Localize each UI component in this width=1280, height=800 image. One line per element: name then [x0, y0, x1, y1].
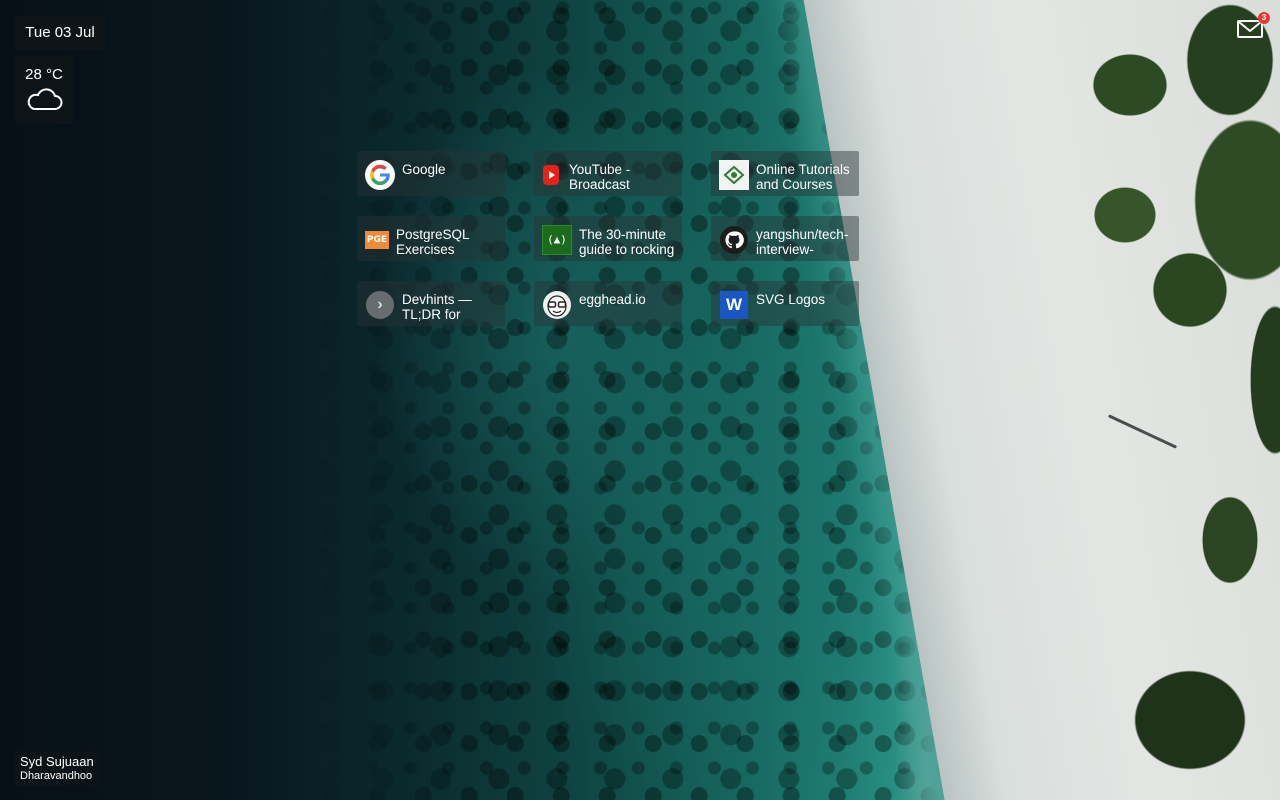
weather-widget[interactable]: 28 °C [15, 56, 73, 124]
shortcut-google[interactable]: Google [357, 151, 505, 196]
notification-badge: 3 [1258, 12, 1270, 24]
shortcut-label: Online Tutorials and Courses [756, 162, 850, 192]
cloud-icon [27, 88, 63, 110]
date-widget: Tue 03 Jul [15, 16, 105, 50]
w-logo-icon: W [719, 290, 749, 320]
background-photo [0, 0, 1280, 800]
shortcut-postgresql-exercises[interactable]: PGE PostgreSQL Exercises [357, 216, 505, 261]
notifications-button[interactable]: 3 [1236, 12, 1270, 40]
tutorials-icon [719, 160, 749, 190]
youtube-icon [542, 160, 560, 190]
pge-icon: PGE [365, 225, 389, 255]
shortcut-svg-logos[interactable]: W SVG Logos [711, 281, 859, 326]
freecodecamp-icon: (▲) [542, 225, 572, 255]
shortcut-label: Devhints — TL;DR for developer [402, 292, 472, 322]
shortcut-egghead[interactable]: egghead.io [534, 281, 682, 326]
shortcut-tech-interview-handbook[interactable]: yangshun/tech-interview- [711, 216, 859, 261]
shortcut-youtube[interactable]: YouTube - Broadcast Yourself [534, 151, 682, 196]
shortcut-tutorials[interactable]: Online Tutorials and Courses [711, 151, 859, 196]
shortcut-label: SVG Logos [756, 292, 826, 307]
photo-location: Dharavandhoo [20, 770, 93, 782]
shortcut-label: YouTube - Broadcast Yourself [569, 162, 631, 192]
photo-credit[interactable]: Syd Sujuaan Dharavandhoo [15, 751, 99, 786]
date-text: Tue 03 Jul [25, 24, 95, 41]
palm-trees [0, 0, 1280, 800]
egghead-icon [542, 290, 572, 320]
github-icon [719, 225, 749, 255]
photo-author: Syd Sujuaan [20, 754, 94, 769]
shortcut-label: egghead.io [579, 292, 646, 307]
shortcut-freecodecamp-guide[interactable]: (▲) The 30-minute guide to rocking your … [534, 216, 682, 261]
shortcut-label: yangshun/tech-interview- [756, 227, 849, 257]
google-icon [365, 160, 395, 190]
shortcut-label: Google [402, 162, 446, 177]
shortcut-label: PostgreSQL Exercises [396, 227, 470, 257]
shortcut-devhints[interactable]: › Devhints — TL;DR for developer [357, 281, 505, 326]
devhints-icon: › [365, 290, 395, 320]
shortcut-label: The 30-minute guide to rocking your next… [579, 227, 675, 257]
temperature-text: 28 °C [25, 66, 63, 83]
